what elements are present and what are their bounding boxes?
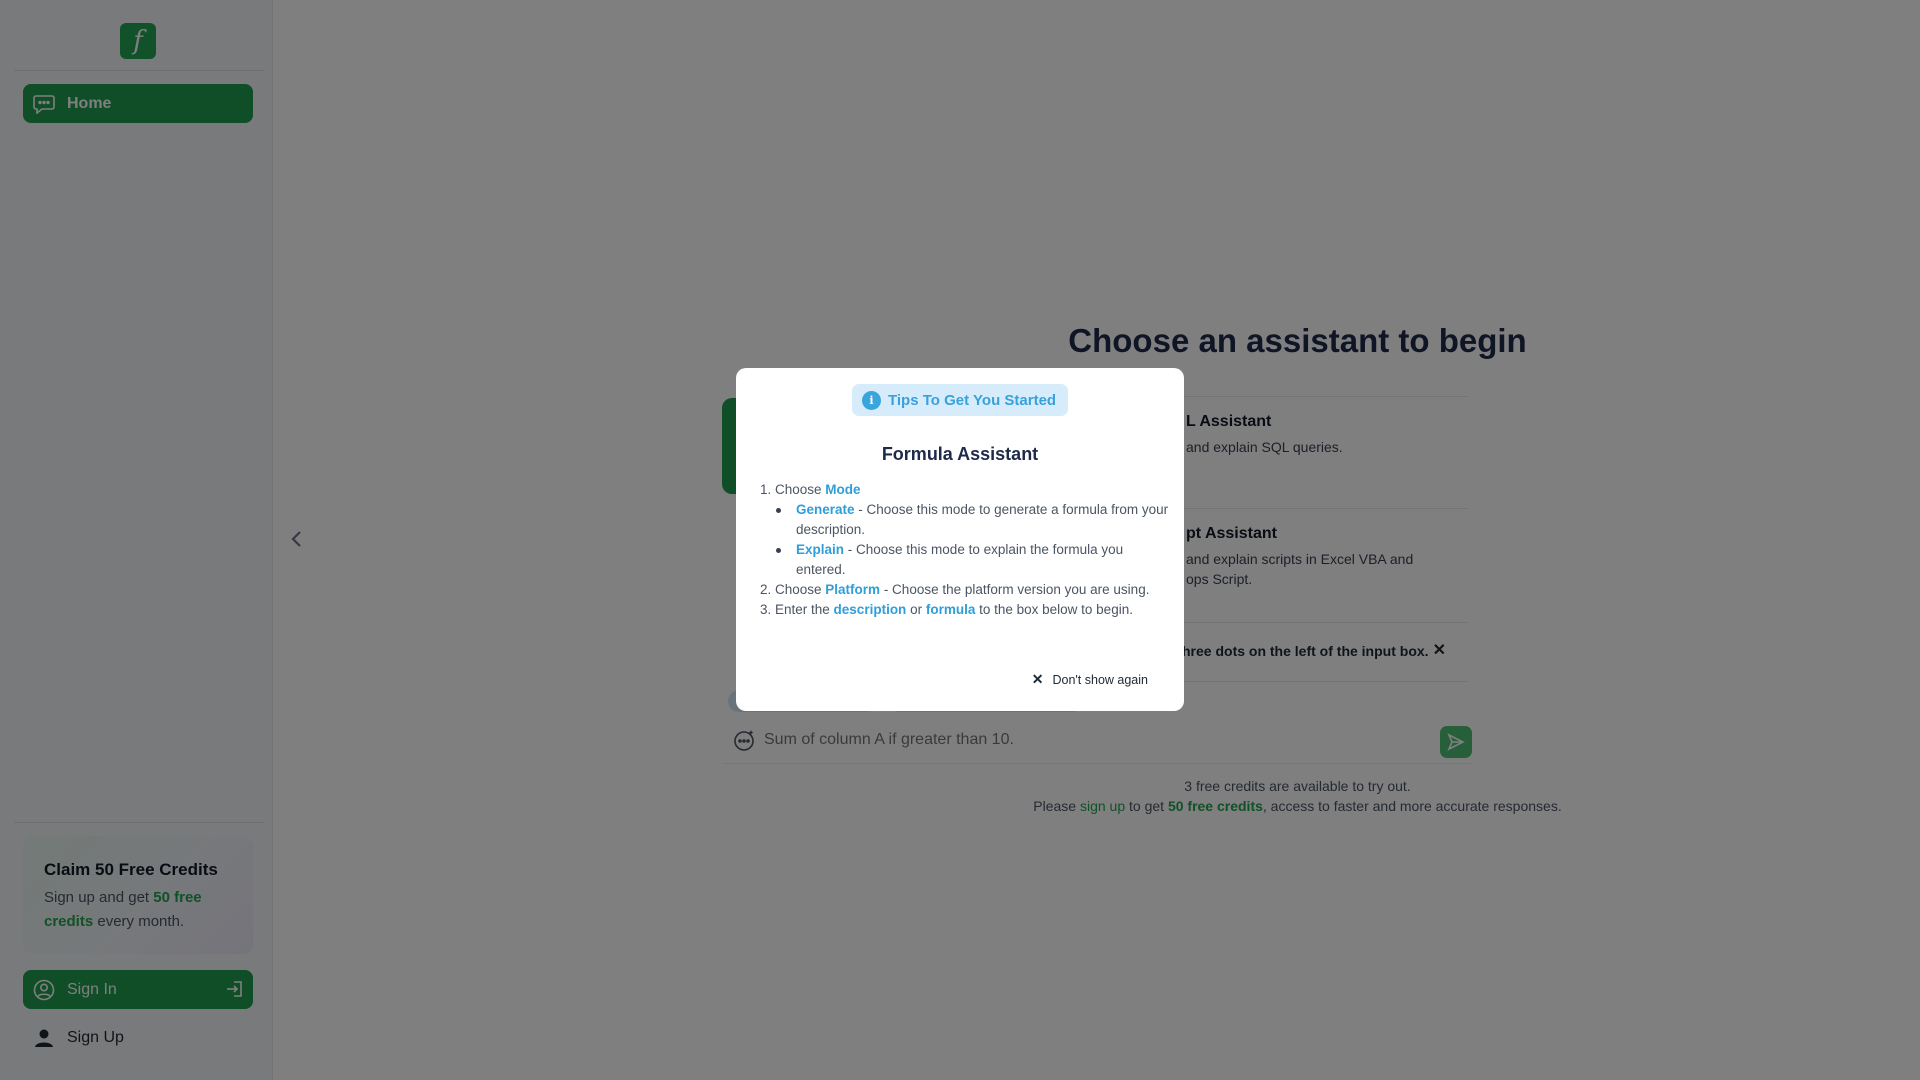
dont-show-again-label: Don't show again (1052, 672, 1148, 687)
tips-list: 1. Choose Mode Generate - Choose this mo… (760, 480, 1170, 620)
dont-show-again-button[interactable]: ✕ Don't show again (1032, 671, 1148, 688)
tips-modal: i Tips To Get You Started Formula Assist… (736, 368, 1184, 711)
tip-step-enter: 3. Enter the description or formula to t… (760, 600, 1170, 620)
tips-badge: i Tips To Get You Started (852, 384, 1068, 416)
tip-step-mode: 1. Choose Mode (760, 480, 1170, 500)
info-icon: i (862, 391, 881, 410)
bullet-dot (776, 508, 781, 513)
tip-bullet-text: Explain - Choose this mode to explain th… (776, 540, 1170, 580)
tip-text: - Choose this mode to explain the formul… (796, 542, 1124, 577)
tip-text: or (906, 602, 926, 617)
tip-keyword: Explain (796, 542, 845, 557)
tip-keyword: Generate (796, 502, 855, 517)
tip-keyword: formula (925, 602, 976, 617)
tip-text: - Choose the platform version you are us… (880, 582, 1150, 597)
tip-keyword: Platform (825, 582, 881, 597)
tip-bullet-generate: Generate - Choose this mode to generate … (760, 500, 1170, 540)
tip-keyword: Mode (825, 482, 861, 497)
tip-bullet-explain: Explain - Choose this mode to explain th… (760, 540, 1170, 580)
tip-keyword: description (833, 602, 907, 617)
modal-title: Formula Assistant (881, 444, 1039, 464)
tip-text: 2. Choose (760, 582, 826, 597)
tip-step-platform: 2. Choose Platform - Choose the platform… (760, 580, 1170, 600)
tip-text: 3. Enter the (760, 602, 834, 617)
bullet-dot (776, 548, 781, 553)
tip-text: 1. Choose (760, 482, 826, 497)
tip-bullet-text: Generate - Choose this mode to generate … (776, 500, 1170, 540)
tips-badge-label: Tips To Get You Started (888, 391, 1057, 409)
tip-text: to the box below to begin. (975, 602, 1133, 617)
close-icon: ✕ (1031, 671, 1044, 687)
